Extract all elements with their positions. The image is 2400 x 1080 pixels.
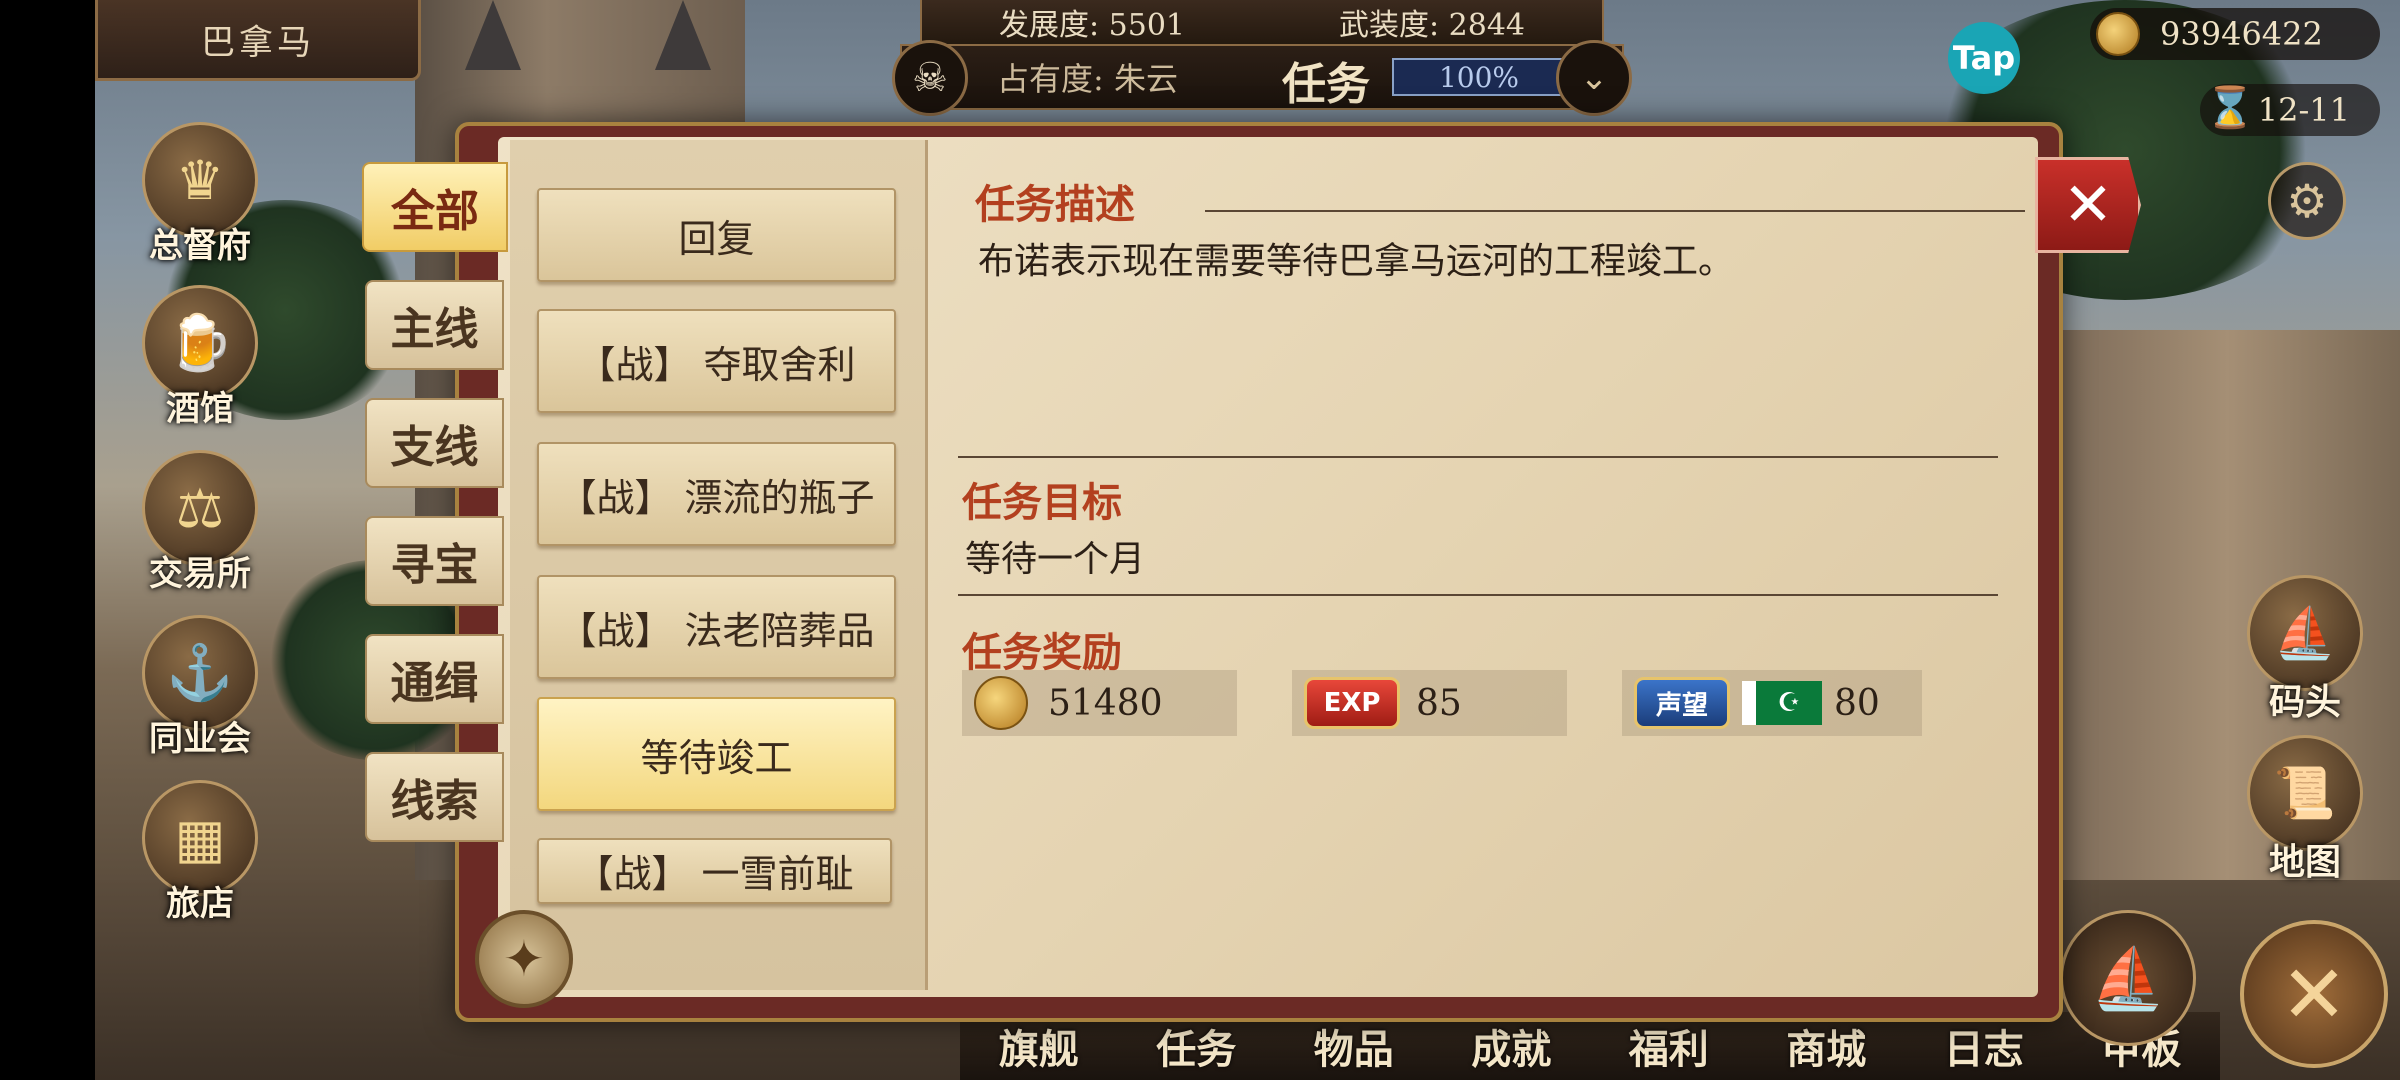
quest-label: 【战】 一雪前耻 — [575, 852, 854, 896]
menu-items[interactable]: 物品 — [1314, 1017, 1394, 1075]
reward-gold-value: 51480 — [1048, 682, 1163, 724]
top-status-bar: 发展度: 5501 武装度: 2844 ☠ 占有度: 朱云 任务 100% ⌄ — [860, 0, 1660, 116]
tab-label: 主线 — [390, 304, 479, 355]
nav-tavern-button[interactable]: 🍺 酒馆 — [140, 285, 260, 435]
tab-clues[interactable]: 线索 — [365, 752, 504, 842]
divider-line — [958, 456, 1998, 458]
ship-icon[interactable]: ⛵ — [2060, 910, 2196, 1046]
nav-label: 同业会 — [149, 719, 251, 759]
quest-label: 【战】 法老陪葬品 — [558, 608, 875, 653]
development-stat: 发展度: 5501 — [999, 8, 1185, 43]
tab-wanted[interactable]: 通缉 — [365, 634, 504, 724]
menu-shop[interactable]: 商城 — [1786, 1017, 1866, 1075]
menu-log[interactable]: 日志 — [1944, 1017, 2024, 1075]
gold-value: 93946422 — [2160, 15, 2323, 53]
gold-coin-icon — [974, 676, 1028, 730]
quest-item[interactable]: 【战】 一雪前耻 — [537, 838, 892, 904]
church-spire — [465, 0, 521, 70]
fame-badge-icon: 声望 — [1634, 677, 1730, 729]
nav-pier-button[interactable]: ⛵ 码头 — [2245, 575, 2365, 725]
reward-fame: 声望 ☪ 80 — [1622, 670, 1922, 736]
quest-item[interactable]: 回复 — [537, 188, 896, 282]
compass-icon: ✦ — [475, 910, 573, 1008]
armament-stat: 武装度: 2844 — [1339, 8, 1525, 43]
screen-title: 任务 — [1282, 59, 1370, 110]
pirate-skull-icon[interactable]: ☠ — [892, 40, 968, 116]
tab-main[interactable]: 主线 — [365, 280, 504, 370]
nav-label: 总督府 — [149, 226, 251, 266]
city-name: 巴拿马 — [201, 22, 315, 63]
quest-item[interactable]: 【战】 法老陪葬品 — [537, 575, 896, 679]
menu-tasks[interactable]: 任务 — [1156, 1017, 1236, 1075]
tab-side[interactable]: 支线 — [365, 398, 504, 488]
exp-badge-icon: EXP — [1304, 677, 1400, 729]
hourglass-icon: ⌛ — [2205, 85, 2255, 131]
nav-label: 交易所 — [149, 554, 251, 594]
stats-row: 发展度: 5501 武装度: 2844 — [920, 0, 1604, 46]
settings-gear-icon[interactable]: ⚙ — [2268, 162, 2346, 240]
city-name-tag: 巴拿马 — [95, 0, 421, 81]
divider-line — [1205, 210, 2025, 212]
reward-fame-value: 80 — [1834, 682, 1880, 724]
close-dialog-button[interactable]: ✕ — [2035, 157, 2141, 253]
quest-label: 【战】 夺取舍利 — [577, 342, 856, 387]
tap-logo-button[interactable]: Tap — [1948, 22, 2020, 94]
church-spire — [655, 0, 711, 70]
nav-label: 旅店 — [166, 884, 234, 924]
objective-text: 等待一个月 — [965, 539, 1146, 580]
tab-label: 寻宝 — [390, 540, 479, 591]
crossed-swords-icon[interactable]: ✕ — [2240, 920, 2388, 1068]
objective-title: 任务目标 — [962, 479, 1122, 526]
gold-counter: 93946422 — [2090, 8, 2380, 60]
progress-value: 100% — [1438, 60, 1520, 94]
tab-treasure[interactable]: 寻宝 — [365, 516, 504, 606]
nav-exchange-button[interactable]: ⚖ 交易所 — [140, 450, 260, 600]
chevron-down-icon[interactable]: ⌄ — [1556, 40, 1632, 116]
occupation-progress-bar: 100% — [1392, 58, 1566, 96]
nav-label: 地图 — [2268, 841, 2341, 883]
reward-gold: 51480 — [962, 670, 1237, 736]
tab-label: 通缉 — [390, 658, 479, 709]
tab-all[interactable]: 全部 — [362, 162, 508, 252]
menu-flagship[interactable]: 旗舰 — [999, 1017, 1079, 1075]
quest-item[interactable]: 【战】 漂流的瓶子 — [537, 442, 896, 546]
occupation-stat: 占有度: 朱云 — [997, 60, 1178, 98]
menu-achievements[interactable]: 成就 — [1471, 1017, 1551, 1075]
menu-welfare[interactable]: 福利 — [1629, 1017, 1709, 1075]
quest-item-selected[interactable]: 等待竣工 — [537, 697, 896, 811]
nav-guild-button[interactable]: ⚓ 同业会 — [140, 615, 260, 765]
divider-line — [958, 594, 1998, 596]
description-text: 布诺表示现在需要等待巴拿马运河的工程竣工。 — [978, 241, 1735, 282]
quest-item[interactable]: 【战】 夺取舍利 — [537, 309, 896, 413]
nav-label: 酒馆 — [166, 389, 234, 429]
tab-label: 支线 — [390, 422, 479, 473]
description-title: 任务描述 — [975, 181, 1135, 228]
ottoman-flag-icon: ☪ — [1742, 681, 1822, 725]
tab-label: 全部 — [391, 186, 479, 237]
occupation-row: ☠ 占有度: 朱云 任务 100% ⌄ — [892, 40, 1632, 116]
gold-coin-icon — [2096, 12, 2140, 56]
tap-logo-text: Tap — [1952, 39, 2016, 77]
quest-label: 回复 — [678, 216, 755, 261]
reward-exp-value: 85 — [1416, 682, 1462, 724]
bottom-menu-bar: 旗舰 任务 物品 成就 福利 商城 日志 甲板 — [960, 1012, 2220, 1080]
nav-map-button[interactable]: 📜 地图 — [2245, 735, 2365, 885]
nav-governor-button[interactable]: ♛ 总督府 — [140, 122, 260, 272]
reward-exp: EXP 85 — [1292, 670, 1567, 736]
tab-label: 线索 — [390, 776, 479, 827]
quest-label: 等待竣工 — [640, 735, 793, 780]
date-value: 12-11 — [2257, 91, 2350, 129]
nav-inn-button[interactable]: ▦ 旅店 — [140, 780, 260, 930]
quest-label: 【战】 漂流的瓶子 — [558, 475, 875, 520]
nav-label: 码头 — [2268, 681, 2341, 723]
